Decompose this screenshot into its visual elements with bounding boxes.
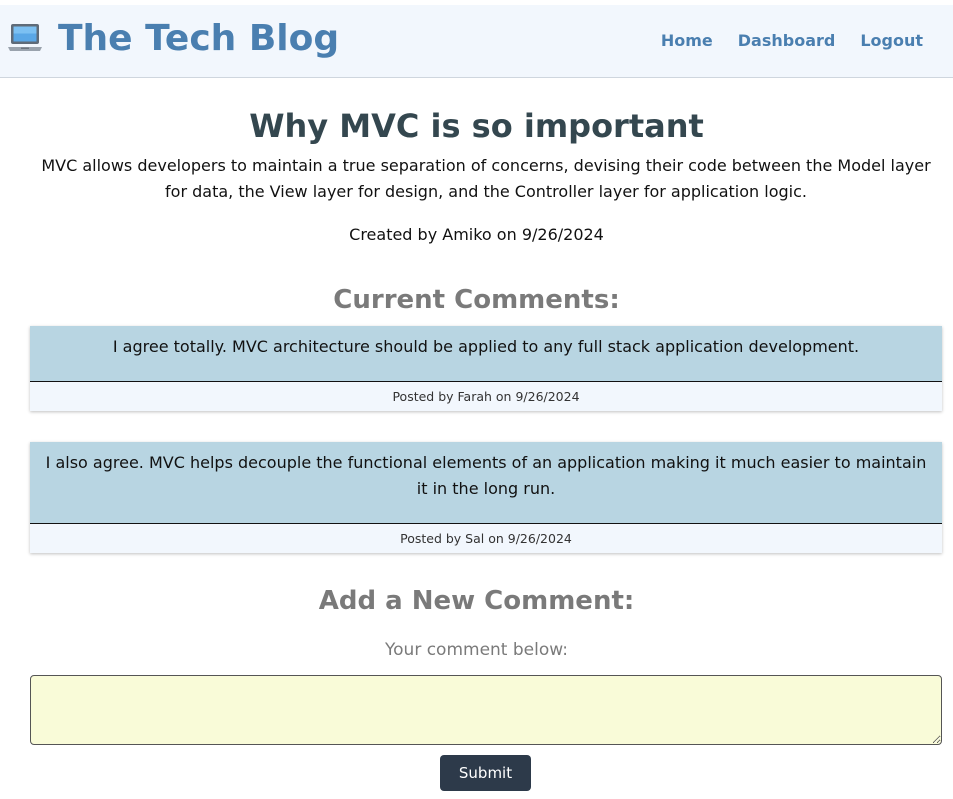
brand-title: The Tech Blog bbox=[58, 18, 340, 59]
nav-links: Home Dashboard Logout bbox=[661, 31, 923, 50]
comment-input[interactable] bbox=[30, 675, 942, 745]
navbar: The Tech Blog Home Dashboard Logout bbox=[0, 5, 953, 78]
comments-heading: Current Comments: bbox=[333, 285, 620, 315]
comment-footer: Posted by Sal on 9/26/2024 bbox=[400, 531, 572, 546]
nav-dashboard-link[interactable]: Dashboard bbox=[738, 31, 836, 50]
submit-button[interactable]: Submit bbox=[440, 755, 531, 791]
nav-logout-link[interactable]: Logout bbox=[860, 31, 923, 50]
nav-home-link[interactable]: Home bbox=[661, 31, 713, 50]
comment-card: I agree totally. MVC architecture should… bbox=[30, 326, 942, 411]
comment-footer: Posted by Farah on 9/26/2024 bbox=[392, 389, 580, 404]
post-title: Why MVC is so important bbox=[249, 107, 704, 145]
new-comment-heading: Add a New Comment: bbox=[318, 586, 635, 616]
comment-label: Your comment below: bbox=[385, 640, 568, 660]
post-body: MVC allows developers to maintain a true… bbox=[41, 156, 931, 201]
comment-text: I also agree. MVC helps decouple the fun… bbox=[30, 442, 942, 524]
post-meta: Created by Amiko on 9/26/2024 bbox=[349, 225, 604, 244]
laptop-icon bbox=[6, 20, 44, 58]
brand[interactable]: The Tech Blog bbox=[6, 17, 339, 61]
comment-text: I agree totally. MVC architecture should… bbox=[30, 326, 942, 382]
comment-card: I also agree. MVC helps decouple the fun… bbox=[30, 442, 942, 553]
